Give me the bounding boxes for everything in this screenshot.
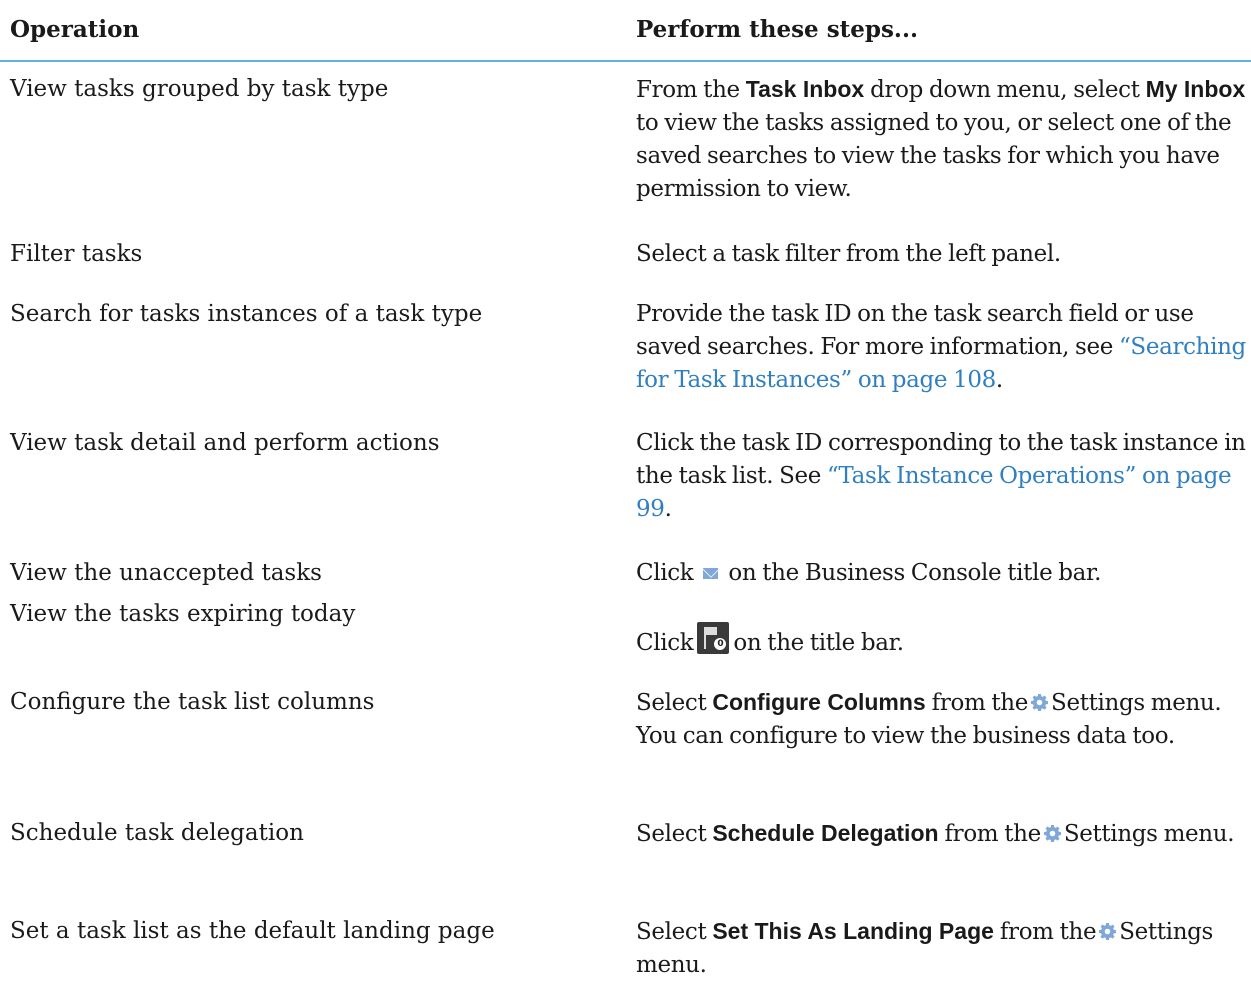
steps-cell: Select a task filter from the left panel… [636,238,1248,271]
ui-label-schedule-delegation: Schedule Delegation [712,820,939,846]
steps-text: from the [938,821,1042,847]
steps-cell: Select Schedule Delegation from the Setti… [636,817,1248,851]
steps-text: Settings menu. [1063,821,1235,847]
steps-text: Select [636,821,713,847]
operation-cell: Configure the task list columns [10,689,375,715]
steps-cell: Click 0 on the title bar. [636,622,1248,660]
gear-icon[interactable] [1044,825,1061,842]
steps-text: From the [636,77,746,103]
steps-text: Select a task filter from the left panel… [636,241,1061,267]
steps-text: . [995,367,1003,393]
operation-cell: Schedule task delegation [10,820,304,846]
operation-cell: Search for tasks instances of a task typ… [10,301,483,327]
ui-label-configure-columns: Configure Columns [712,689,926,715]
operation-cell: Set a task list as the default landing p… [10,918,495,944]
steps-cell: Click the task ID corresponding to the t… [636,427,1248,526]
operation-cell: View the tasks expiring today [10,601,356,627]
ui-label-set-landing-page: Set This As Landing Page [712,918,994,944]
steps-cell: Provide the task ID on the task search f… [636,298,1248,397]
ui-label-task-inbox: Task Inbox [745,76,865,102]
steps-cell: Select Configure Columns from the Setting… [636,686,1248,753]
expiring-count-badge: 0 [714,638,727,650]
operation-cell: View tasks grouped by task type [10,76,389,102]
steps-text: to view the tasks assigned to you, or se… [636,110,1232,202]
steps-text: on the title bar. [733,630,904,656]
gear-icon[interactable] [1099,923,1116,940]
steps-text: Click [636,560,694,586]
steps-text: Select [636,919,713,945]
operation-cell: Filter tasks [10,241,143,267]
steps-text: from the [925,690,1029,716]
operation-cell: View the unaccepted tasks [10,560,322,586]
steps-text: from the [993,919,1097,945]
steps-text: drop down menu, select [864,77,1146,103]
steps-text: . [664,496,672,522]
header-steps: Perform these steps... [636,16,918,43]
steps-text: Select [636,690,713,716]
steps-cell: Click on the Business Console title bar. [636,557,1248,590]
mail-icon[interactable] [703,568,719,579]
header-operation: Operation [10,16,140,43]
steps-text: Click [636,630,694,656]
flag-icon[interactable]: 0 [697,622,730,654]
ui-label-my-inbox: My Inbox [1145,76,1246,102]
steps-text: Provide the task ID on the task search f… [636,301,1194,360]
steps-cell: From the Task Inbox drop down menu, sele… [636,73,1248,206]
gear-icon[interactable] [1031,694,1048,711]
table-header: Operation Perform these steps... [0,0,1251,62]
operation-cell: View task detail and perform actions [10,430,440,456]
steps-text: on the Business Console title bar. [728,560,1102,586]
steps-cell: Select Set This As Landing Page from the… [636,915,1248,982]
